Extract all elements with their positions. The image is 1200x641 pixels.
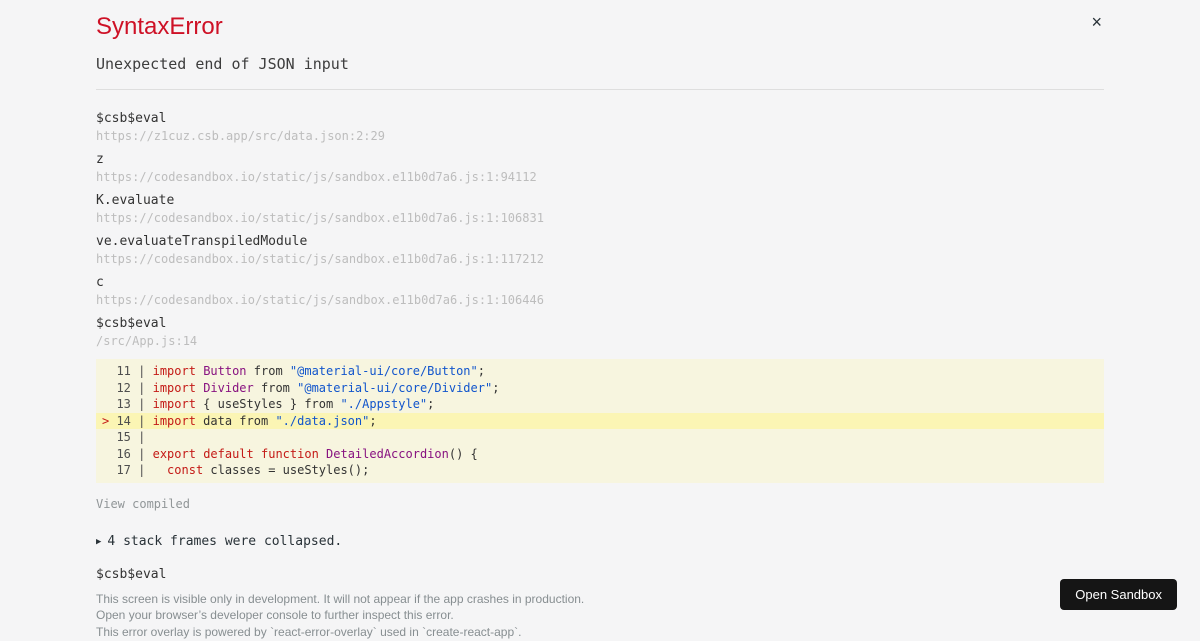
code-token: from: [253, 380, 298, 395]
stack-trace: $csb$eval https://z1cuz.csb.app/src/data.…: [96, 111, 1104, 349]
code-token: const: [167, 463, 204, 477]
stack-frame-function: z: [96, 152, 104, 167]
code-token: from: [246, 364, 290, 378]
stack-frame: ve.evaluateTranspiledModule https://codes…: [96, 234, 1104, 267]
stack-frame: K.evaluate https://codesandbox.io/static/…: [96, 193, 1104, 226]
stack-frame: $csb$eval/src/App.js:14: [96, 316, 1104, 349]
gutter-spacer: [102, 430, 109, 444]
code-line-gutter: > 14 |: [102, 413, 153, 428]
code-line-highlighted: > 14 | import data from "./data.json";: [96, 412, 1104, 429]
code-line: 16 | export default function DetailedAcc…: [96, 446, 1104, 463]
stack-frame-location-link[interactable]: https://z1cuz.csb.app/src/data.json:2:29: [96, 128, 1104, 144]
code-token: ;: [427, 397, 435, 411]
gutter-spacer: [102, 381, 109, 395]
error-overlay: SyntaxError Unexpected end of JSON input…: [0, 0, 1200, 641]
footer-line: This screen is visible only in developme…: [96, 591, 585, 606]
stack-frame-function: $csb$eval: [96, 111, 167, 126]
code-frame: 11 | import Button from "@material-ui/co…: [96, 359, 1104, 483]
code-token: () {: [448, 446, 478, 461]
code-line: 15 |: [96, 429, 1104, 446]
collapsed-frames-label: 4 stack frames were collapsed.: [107, 533, 343, 549]
view-compiled-link[interactable]: View compiled: [96, 496, 190, 512]
code-line: 13 | import { useStyles } from "./Appsty…: [96, 396, 1104, 413]
stack-frame: z https://codesandbox.io/static/js/sandbo…: [96, 152, 1104, 185]
code-line-gutter: 11 |: [102, 364, 153, 378]
stack-frame-function: c: [96, 275, 104, 290]
gutter-spacer: [102, 397, 109, 411]
expand-triangle-icon: ▶: [96, 536, 102, 547]
code-token: classes = useStyles();: [203, 463, 370, 477]
stack-frame-function: $csb$eval: [96, 316, 167, 331]
stack-frame: $csb$eval https://z1cuz.csb.app/src/data.…: [96, 111, 1104, 144]
code-line-gutter: 15 |: [102, 430, 153, 444]
collapsed-frames-toggle[interactable]: ▶ 4 stack frames were collapsed.: [96, 533, 1104, 551]
close-icon[interactable]: ×: [1091, 13, 1102, 31]
code-token: "@material-ui/core/Button": [289, 364, 478, 378]
code-token: Divider: [203, 380, 254, 395]
footer-note: This screen is visible only in developme…: [96, 591, 1104, 641]
gutter-spacer: [102, 364, 109, 378]
stack-frame-location-link[interactable]: /src/App.js:14: [96, 333, 1104, 349]
code-token: Button: [203, 364, 247, 378]
code-line-gutter: 13 |: [102, 397, 153, 411]
error-message: Unexpected end of JSON input: [96, 55, 349, 73]
open-sandbox-button[interactable]: Open Sandbox: [1060, 579, 1177, 610]
footer-line: Open your browser’s developer console to…: [96, 608, 454, 623]
code-token: data from: [195, 413, 276, 428]
code-token: import: [152, 364, 196, 378]
code-token: ;: [369, 413, 377, 428]
stack-frame-function: ve.evaluateTranspiledModule: [96, 234, 308, 249]
stack-frame-location-link[interactable]: https://codesandbox.io/static/js/sandbox…: [96, 251, 1104, 267]
stack-frame-location-link[interactable]: https://codesandbox.io/static/js/sandbox…: [96, 210, 1104, 226]
error-title: SyntaxError: [96, 13, 223, 40]
code-token: default: [203, 446, 254, 461]
code-token: ;: [492, 380, 500, 395]
code-token: import: [152, 380, 196, 395]
code-line-gutter: 12 |: [102, 381, 153, 395]
stack-frame-location-link[interactable]: https://codesandbox.io/static/js/sandbox…: [96, 292, 1104, 308]
gutter-spacer: [102, 447, 109, 461]
code-token: "@material-ui/core/Divider": [297, 380, 493, 395]
error-line-marker: >: [102, 413, 110, 428]
code-token: { useStyles } from: [195, 397, 341, 411]
divider: [96, 89, 1104, 90]
code-line: 12 | import Divider from "@material-ui/c…: [96, 380, 1104, 397]
footer-line: This error overlay is powered by `react-…: [96, 625, 522, 640]
code-token: ;: [477, 364, 485, 378]
trailing-stack-frame-function: $csb$eval: [96, 566, 167, 582]
stack-frame-function: K.evaluate: [96, 193, 175, 208]
stack-frame: c https://codesandbox.io/static/js/sandbo…: [96, 275, 1104, 308]
code-token: export: [152, 446, 196, 461]
code-token: import: [152, 413, 196, 428]
gutter-spacer: [102, 463, 109, 477]
code-token: "./Appstyle": [340, 397, 428, 411]
code-line: 17 | const classes = useStyles();: [96, 462, 1104, 479]
code-line-gutter: 17 |: [102, 463, 153, 477]
stack-frame-location-link[interactable]: https://codesandbox.io/static/js/sandbox…: [96, 169, 1104, 185]
code-token: "./data.json": [275, 413, 370, 428]
code-token: DetailedAccordion: [326, 446, 449, 461]
code-token: import: [152, 397, 196, 411]
code-line: 11 | import Button from "@material-ui/co…: [96, 363, 1104, 380]
code-token: function: [261, 446, 319, 461]
code-line-gutter: 16 |: [102, 447, 153, 461]
